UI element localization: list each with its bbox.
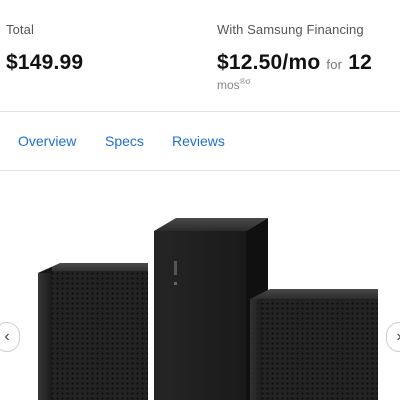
chevron-right-icon: ›: [396, 328, 400, 346]
financing-label: With Samsung Financing: [217, 22, 364, 37]
months-unit: mos®σ: [217, 77, 397, 92]
tab-reviews[interactable]: Reviews: [172, 133, 225, 149]
product-tabs: Overview Specs Reviews: [0, 112, 400, 170]
total-label: Total: [6, 22, 34, 37]
right-speaker: [250, 289, 378, 400]
monthly-price-line: $12.50/mo for 12: [217, 51, 397, 75]
monthly-price: $12.50/mo: [217, 51, 321, 74]
financing-column: With Samsung Financing $12.50/mo for 12 …: [217, 22, 397, 92]
tab-specs[interactable]: Specs: [105, 133, 144, 149]
footnote-mark[interactable]: ®σ: [240, 77, 251, 86]
pricing-section: Total $149.99 With Samsung Financing $12…: [0, 0, 400, 112]
total-column: Total $149.99: [6, 22, 83, 75]
months-count: 12: [348, 51, 373, 74]
mos-text: mos: [217, 78, 240, 92]
product-image-gallery[interactable]: ‹ ›: [0, 171, 400, 400]
total-price: $149.99: [6, 51, 84, 74]
product-image: [38, 218, 378, 400]
left-speaker: [38, 263, 148, 400]
chevron-left-icon: ‹: [4, 328, 10, 345]
tab-overview[interactable]: Overview: [18, 133, 76, 149]
for-text: for: [326, 57, 343, 72]
